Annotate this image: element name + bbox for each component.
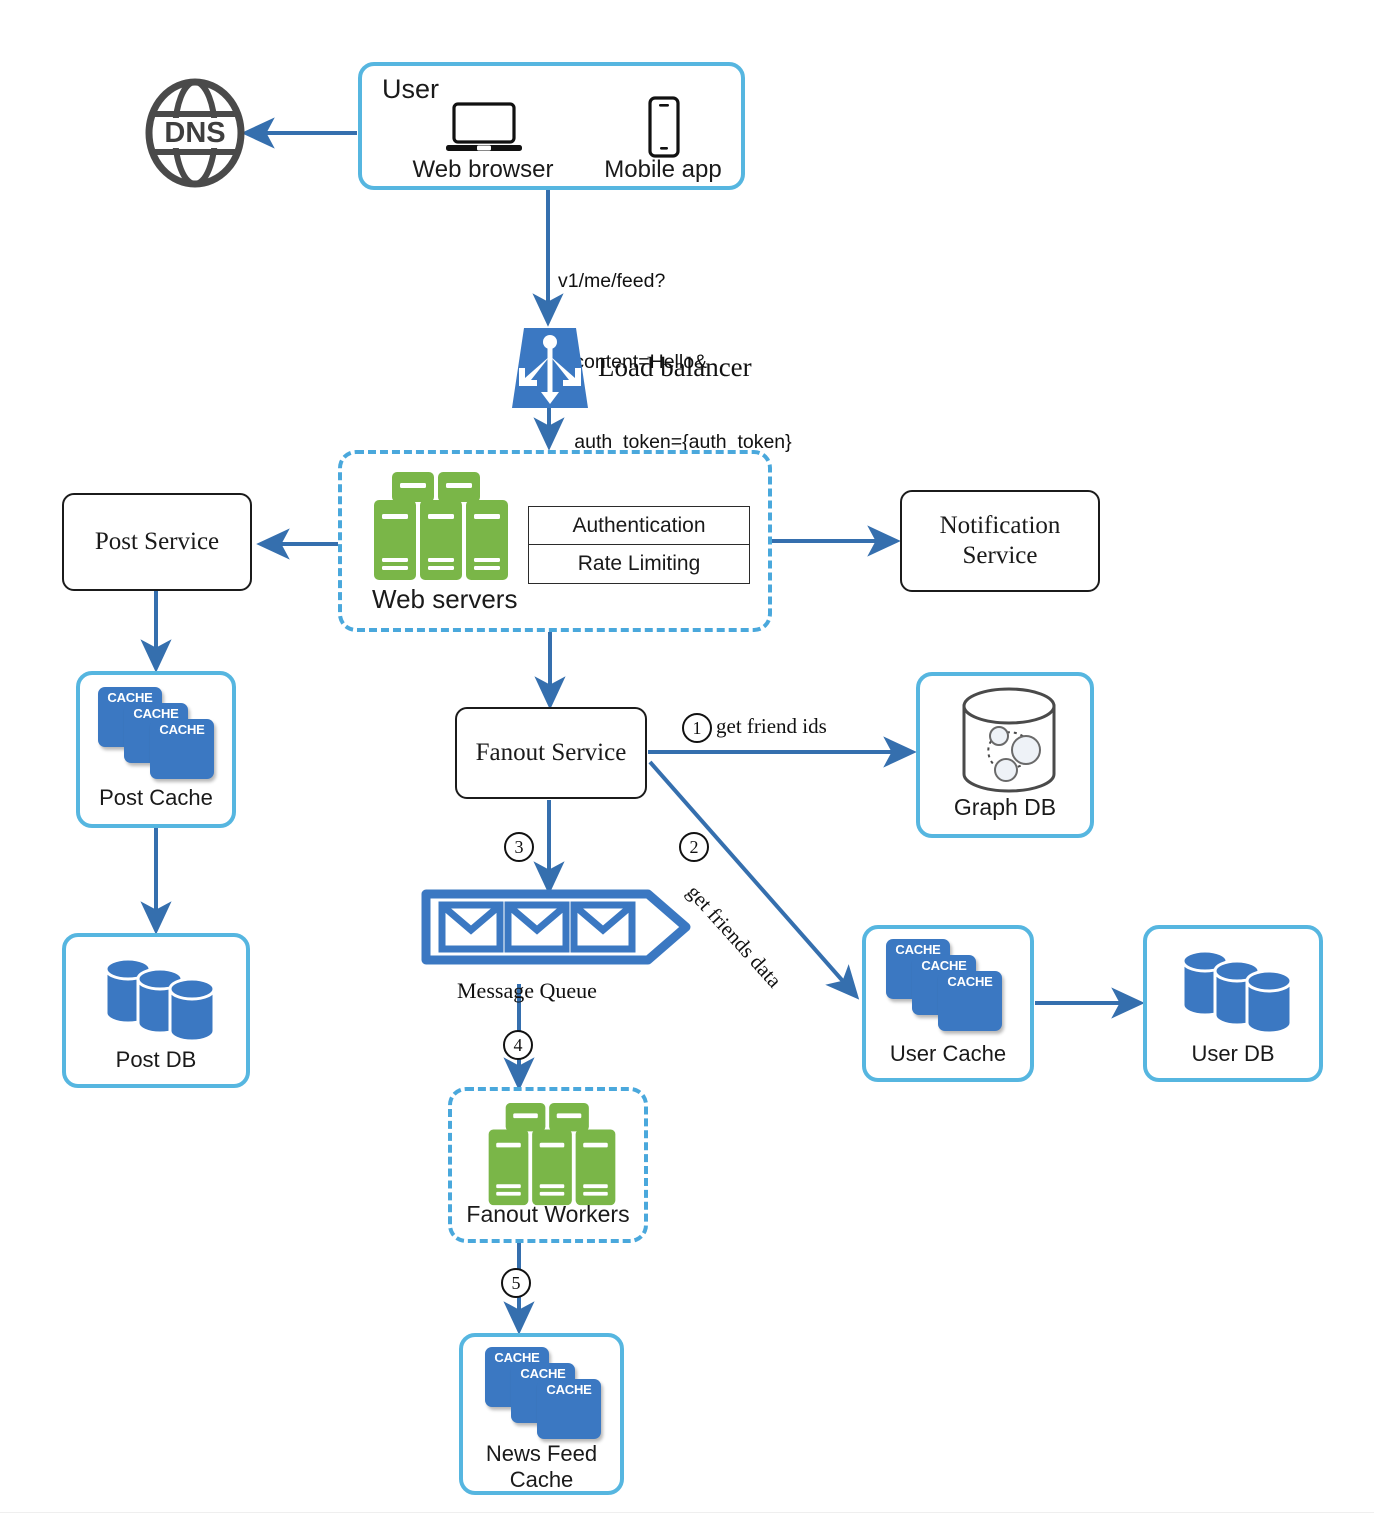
step-4-badge: 4 [503, 1030, 533, 1060]
bottom-divider [0, 1512, 1374, 1513]
fanout-worker-icons [488, 1103, 616, 1212]
server-rack-icon [374, 472, 508, 580]
cache-card: CACHE [537, 1379, 601, 1439]
globe-icon: DNS [145, 78, 245, 188]
dns-label: DNS [164, 117, 225, 149]
step-4-number: 4 [513, 1034, 523, 1055]
fanout-workers-group: Fanout Workers [448, 1087, 648, 1243]
middleware-row-authentication: Authentication [529, 507, 749, 545]
news-feed-cache-label-line1: News Feed [485, 1441, 598, 1466]
step-3-number: 3 [514, 836, 524, 857]
load-balancer-label: Load balancer [598, 352, 752, 382]
user-title: User [382, 74, 440, 104]
user-db-label: User DB [1191, 1041, 1275, 1066]
get-friend-ids-label: get friend ids [716, 714, 827, 738]
notification-service-label-line2: Service [962, 542, 1038, 569]
step-5-number: 5 [511, 1272, 521, 1293]
notification-service-label-line1: Notification [939, 512, 1061, 539]
step-1-badge: 1 [682, 713, 712, 743]
user-db-icon-wrap [1179, 943, 1297, 1040]
get-friends-data-label: get friends data [682, 880, 787, 993]
user-db-node: User DB [1143, 925, 1323, 1082]
load-balancer-icon [512, 328, 588, 408]
post-db-icon-wrap [102, 951, 220, 1048]
fanout-service-node: Fanout Service [455, 707, 647, 799]
cache-card-label: CACHE [159, 722, 205, 737]
cache-card-label: CACHE [947, 974, 993, 989]
step-2-number: 2 [689, 836, 699, 857]
user-cache-stack: CACHE CACHE CACHE [886, 939, 1010, 1031]
post-cache-label: Post Cache [99, 785, 213, 810]
post-service-label: Post Service [94, 528, 220, 555]
post-db-node: Post DB [62, 933, 250, 1088]
step-5-badge: 5 [501, 1268, 531, 1298]
load-balancer-node [510, 326, 590, 410]
database-cylinders-icon [1181, 949, 1293, 1035]
post-service-node: Post Service [62, 493, 252, 591]
step-2-badge: 2 [679, 832, 709, 862]
smartphone-icon [648, 96, 680, 158]
laptop-icon [446, 102, 522, 151]
news-feed-cache-stack: CACHE CACHE CACHE [485, 1347, 609, 1439]
fanout-service-label: Fanout Service [475, 739, 627, 766]
fanout-workers-label: Fanout Workers [466, 1201, 630, 1227]
notification-service-node: Notification Service [900, 490, 1100, 592]
server-rack-icon [488, 1103, 616, 1206]
graph-db-label: Graph DB [953, 794, 1057, 820]
post-db-label: Post DB [115, 1047, 197, 1072]
web-server-icons [374, 472, 508, 587]
user-cache-label: User Cache [889, 1041, 1007, 1066]
diagram-canvas: DNS User Web browser Mobile app v1/me/fe… [0, 0, 1374, 1518]
news-feed-cache-node: CACHE CACHE CACHE News Feed Cache [459, 1333, 624, 1495]
database-cylinders-icon [104, 957, 216, 1043]
mobile-app-label: Mobile app [604, 156, 722, 183]
web-browser-client [444, 102, 524, 159]
user-cache-node: CACHE CACHE CACHE User Cache [862, 925, 1034, 1082]
message-queue-label: Message Queue [457, 978, 597, 1003]
cache-card: CACHE [938, 971, 1002, 1031]
graph-db-cylinder-icon [962, 687, 1056, 793]
web-servers-label: Web servers [372, 584, 518, 614]
web-servers-group: Authentication Rate Limiting Web servers [338, 450, 772, 632]
mobile-app-client [642, 96, 686, 163]
envelope-queue-icon [421, 889, 691, 965]
cache-card: CACHE [150, 719, 214, 779]
post-cache-stack: CACHE CACHE CACHE [98, 687, 222, 779]
user-box: User Web browser Mobile app [358, 62, 745, 190]
middleware-row-rate-limiting: Rate Limiting [577, 552, 701, 575]
dns-node: DNS [143, 78, 248, 188]
graph-db-icon-wrap [956, 686, 1062, 799]
step-3-badge: 3 [504, 832, 534, 862]
graph-db-node: Graph DB [916, 672, 1094, 838]
cache-card-label: CACHE [546, 1382, 592, 1397]
post-cache-node: CACHE CACHE CACHE Post Cache [76, 671, 236, 828]
request-line-1: v1/me/feed? [558, 269, 666, 292]
message-queue-node [420, 888, 692, 966]
step-1-number: 1 [692, 717, 702, 738]
middleware-table: Authentication Rate Limiting [528, 506, 750, 584]
news-feed-cache-label-line2: Cache [509, 1467, 574, 1492]
